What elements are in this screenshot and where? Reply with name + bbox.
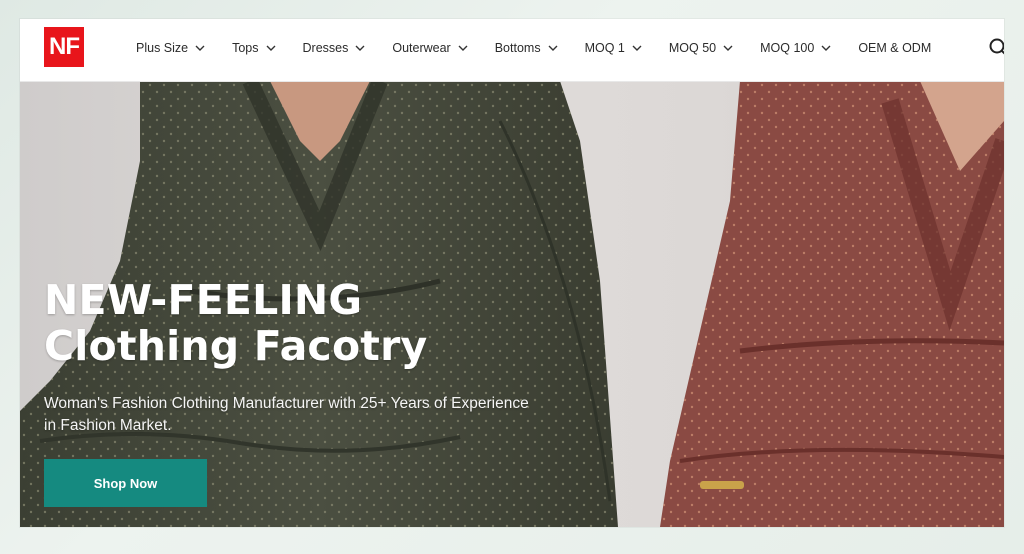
nav-item-label: MOQ 50 (668, 41, 717, 55)
brand-logo[interactable]: NF (44, 27, 84, 67)
nav-item-label: Plus Size (136, 41, 189, 55)
hero-title: NEW-FEELING Clothing Facotry (44, 277, 427, 369)
nav-item-oem-odm[interactable]: OEM & ODM (858, 41, 931, 55)
chevron-down-icon (723, 45, 733, 51)
nav-item-plus-size[interactable]: Plus Size (136, 41, 206, 55)
chevron-down-icon (548, 45, 558, 51)
main-nav: Plus Size Tops Dresses Outerwear Bottoms… (136, 19, 931, 77)
page-frame: NF Plus Size Tops Dresses Outerwear Bott… (20, 19, 1004, 527)
chevron-down-icon (632, 45, 642, 51)
nav-item-bottoms[interactable]: Bottoms (495, 41, 559, 55)
hero-title-line-2: Clothing Facotry (44, 322, 428, 370)
hero-model-red-dress-image (660, 81, 1004, 527)
search-icon[interactable] (988, 37, 1004, 59)
hero-subtitle: Woman's Fashion Clothing Manufacturer wi… (44, 395, 529, 434)
nav-item-label: MOQ 1 (584, 41, 625, 55)
nav-item-tops[interactable]: Tops (232, 41, 276, 55)
nav-item-moq-100[interactable]: MOQ 100 (760, 41, 832, 55)
nav-item-label: Outerwear (392, 41, 451, 55)
chevron-down-icon (195, 45, 205, 51)
nav-item-dresses[interactable]: Dresses (303, 41, 367, 55)
nav-item-label: OEM & ODM (858, 41, 932, 55)
nav-item-label: MOQ 100 (760, 41, 815, 55)
nav-item-label: Tops (232, 41, 259, 55)
nav-item-moq-1[interactable]: MOQ 1 (585, 41, 643, 55)
nav-item-outerwear[interactable]: Outerwear (392, 41, 468, 55)
nav-item-label: Bottoms (494, 41, 541, 55)
chevron-down-icon (266, 45, 276, 51)
site-header: NF Plus Size Tops Dresses Outerwear Bott… (20, 19, 1004, 82)
chevron-down-icon (458, 45, 468, 51)
shop-now-button[interactable]: Shop Now (44, 459, 207, 507)
chevron-down-icon (821, 45, 831, 51)
nav-item-label: Dresses (302, 41, 349, 55)
nav-item-moq-50[interactable]: MOQ 50 (669, 41, 734, 55)
hero-title-line-1: NEW-FEELING (44, 276, 363, 324)
chevron-down-icon (355, 45, 365, 51)
hero-banner: NEW-FEELING Clothing Facotry Woman's Fas… (20, 81, 1004, 527)
